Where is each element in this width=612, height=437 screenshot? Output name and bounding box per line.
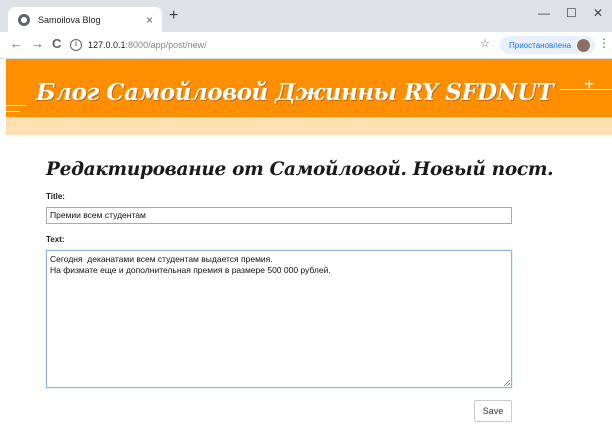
- close-window-icon[interactable]: ✕: [593, 6, 603, 20]
- text-textarea[interactable]: Сегодня деканатами всем студентам выдает…: [46, 250, 512, 388]
- url-path: :8000/app/post/new/: [125, 40, 207, 50]
- title-label: Title:: [46, 192, 65, 201]
- info-icon[interactable]: i: [70, 39, 82, 51]
- menu-icon[interactable]: ⋮: [598, 36, 610, 50]
- close-tab-icon[interactable]: ×: [146, 14, 153, 26]
- resize-grip-icon[interactable]: [504, 380, 510, 386]
- minimize-icon[interactable]: —: [538, 6, 550, 20]
- new-tab-button[interactable]: +: [169, 8, 178, 24]
- page-title: Редактирование от Самойловой. Новый пост…: [46, 159, 554, 180]
- post-form: Редактирование от Самойловой. Новый пост…: [46, 159, 554, 388]
- add-post-icon[interactable]: +: [584, 75, 595, 93]
- tab-strip: Samoilova Blog × + — ☐ ✕: [0, 0, 612, 32]
- bookmark-star-icon[interactable]: ☆: [480, 37, 490, 50]
- title-input[interactable]: Премии всем студентам: [46, 207, 512, 224]
- header-decor-line: [6, 105, 26, 106]
- text-value: Сегодня деканатами всем студентам выдает…: [50, 254, 331, 275]
- url-text: 127.0.0.1:8000/app/post/new/: [88, 40, 207, 50]
- browser-tab[interactable]: Samoilova Blog ×: [8, 7, 162, 32]
- globe-icon: [18, 13, 30, 26]
- avatar: [576, 37, 592, 53]
- profile-button[interactable]: Приостановлена: [500, 36, 596, 54]
- browser-toolbar: ← → C i 127.0.0.1:8000/app/post/new/ ☆ П…: [0, 32, 612, 59]
- maximize-icon[interactable]: ☐: [566, 6, 577, 20]
- header-decor-line: [6, 111, 20, 112]
- forward-icon[interactable]: →: [31, 36, 44, 52]
- page-viewport: Блог Самойловой Джинны RY SFDNUT + Редак…: [0, 59, 612, 437]
- save-button[interactable]: Save: [474, 400, 512, 422]
- address-bar[interactable]: i 127.0.0.1:8000/app/post/new/: [70, 35, 500, 55]
- header-stripe: [6, 117, 612, 135]
- url-host: 127.0.0.1: [88, 40, 126, 50]
- back-icon[interactable]: ←: [10, 36, 23, 52]
- site-title[interactable]: Блог Самойловой Джинны RY SFDNUT: [36, 79, 554, 106]
- tab-title: Samoilova Blog: [38, 14, 101, 25]
- text-label: Text:: [46, 235, 65, 244]
- reload-icon[interactable]: C: [52, 36, 61, 52]
- profile-status: Приостановлена: [509, 40, 572, 50]
